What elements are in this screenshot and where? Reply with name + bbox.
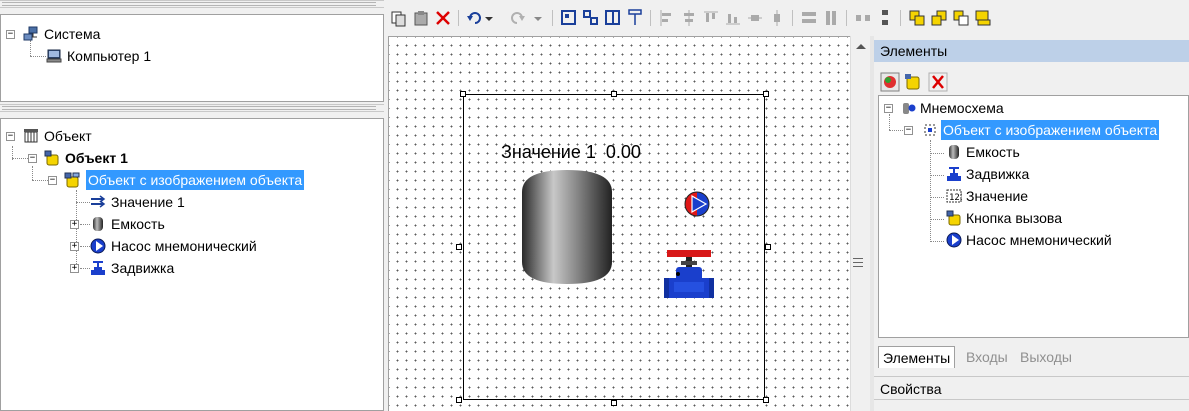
resize-handle-tm[interactable] (611, 91, 617, 97)
collapse-toggle[interactable]: − (28, 154, 37, 163)
resize-handle-tl[interactable] (460, 91, 466, 97)
align-bottom-icon[interactable] (724, 8, 742, 28)
valve-icon (91, 261, 105, 275)
align-top-icon[interactable] (702, 8, 720, 28)
paste-icon[interactable] (412, 8, 430, 28)
main-toolbar (388, 8, 1189, 30)
object-icon (44, 150, 59, 166)
canvas-vertical-scrollbar[interactable] (850, 36, 870, 411)
pane-grip-top[interactable] (0, 0, 384, 8)
value-display[interactable]: Значение 1 0.00 (491, 121, 641, 163)
elements-panel-title: Элементы (874, 40, 1189, 62)
collapse-toggle[interactable]: − (884, 104, 893, 113)
tree-item-label: Объект 1 (65, 150, 128, 166)
resize-handle-bl[interactable] (456, 397, 462, 403)
value-number: 0.00 (605, 142, 641, 162)
send-back-icon[interactable] (930, 8, 948, 28)
same-width-icon[interactable] (800, 8, 818, 28)
redo-dropdown-icon[interactable] (533, 8, 543, 28)
tree-item-label-selected: Объект с изображением объекта (86, 170, 305, 190)
center-horizontal-icon[interactable] (746, 8, 764, 28)
value-icon (91, 195, 106, 208)
resize-handle-ml[interactable] (456, 244, 462, 250)
computer-icon (46, 49, 62, 63)
align-center-icon[interactable] (680, 8, 698, 28)
delete-icon[interactable] (434, 8, 452, 28)
tree-item-label: Кнопка вызова (966, 210, 1062, 226)
tank-icon (949, 145, 959, 159)
mnemoscheme-icon (903, 103, 916, 114)
scroll-up-icon[interactable] (855, 42, 867, 50)
add-element-icon[interactable] (880, 72, 900, 92)
object-folder-icon (24, 129, 38, 143)
resize-handle-tr[interactable] (763, 91, 769, 97)
bring-front-icon[interactable] (908, 8, 926, 28)
tank-element[interactable] (522, 170, 612, 284)
copy-icon[interactable] (390, 8, 408, 28)
tree-item-label: Емкость (966, 144, 1020, 160)
tree-item-label-selected: Объект с изображением объекта (941, 120, 1160, 140)
tree-item-label: Значение 1 (111, 194, 185, 210)
collapse-toggle[interactable]: − (904, 126, 913, 135)
properties-panel-title: Свойства (874, 376, 1189, 400)
value-label: Значение 1 (501, 142, 596, 162)
space-vertical-icon[interactable] (876, 8, 894, 28)
tree-item-label: Мнемосхема (920, 100, 1004, 116)
valve-element[interactable] (664, 248, 714, 302)
tree-item-label: Задвижка (966, 166, 1030, 182)
object-image-icon (64, 172, 80, 188)
tank-icon (93, 217, 103, 231)
resize-handle-mr[interactable] (765, 244, 771, 250)
tree-structure-icon[interactable] (626, 8, 644, 28)
bring-forward-icon[interactable] (952, 8, 970, 28)
remove-element-icon[interactable] (928, 72, 948, 92)
value-field-icon: 123 (946, 189, 962, 203)
tab-outputs[interactable]: Выходы (1016, 346, 1076, 368)
same-height-icon[interactable] (822, 8, 840, 28)
tree-item-label: Система (44, 26, 101, 42)
resize-handle-br[interactable] (763, 397, 769, 403)
expand-toggle[interactable]: + (70, 242, 79, 251)
network-icon (23, 26, 38, 41)
space-horizontal-icon[interactable] (854, 8, 872, 28)
collapse-toggle[interactable]: − (6, 132, 15, 141)
align-left-icon[interactable] (658, 8, 676, 28)
tab-inputs[interactable]: Входы (962, 346, 1012, 368)
redo-icon[interactable] (508, 8, 526, 28)
tab-elements[interactable]: Элементы (878, 346, 956, 368)
tree-item-label: Значение (966, 188, 1029, 204)
valve-icon (947, 167, 961, 181)
tree-item-label: Насос мнемонический (111, 238, 257, 254)
send-backward-icon[interactable] (974, 8, 992, 28)
collapse-toggle[interactable]: − (48, 176, 57, 185)
tree-item-label: Объект (44, 128, 92, 144)
pump-element[interactable] (683, 190, 711, 218)
pump-icon (946, 232, 962, 248)
regroup-icon[interactable] (604, 8, 622, 28)
resize-handle-bm[interactable] (611, 400, 617, 406)
ungroup-icon[interactable] (582, 8, 600, 28)
add-object-icon[interactable] (903, 72, 923, 92)
call-button-icon (946, 210, 961, 226)
tree-item-label: Компьютер 1 (67, 48, 152, 64)
undo-dropdown-icon[interactable] (484, 8, 494, 28)
undo-icon[interactable] (466, 8, 484, 28)
pane-grip-bottom[interactable] (0, 104, 384, 112)
group-icon[interactable] (560, 8, 578, 28)
tree-item-label: Емкость (111, 216, 165, 232)
center-vertical-icon[interactable] (768, 8, 786, 28)
pump-icon (90, 238, 106, 254)
tree-item-label: Насос мнемонический (966, 232, 1112, 248)
expand-toggle[interactable]: + (70, 220, 79, 229)
expand-toggle[interactable]: + (70, 264, 79, 273)
collapse-toggle[interactable]: − (6, 30, 15, 39)
selection-frame-icon (924, 124, 936, 136)
svg-text:123: 123 (949, 193, 962, 203)
tree-item-label: Задвижка (111, 260, 175, 276)
